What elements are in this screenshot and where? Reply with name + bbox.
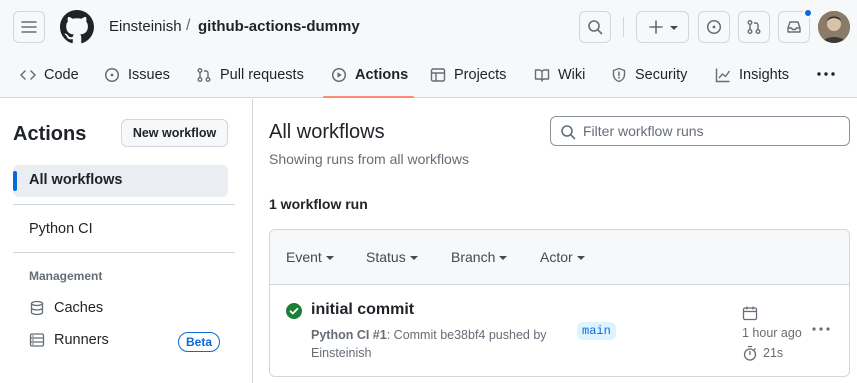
branch-tag[interactable]: main (577, 322, 616, 340)
page-subtitle: Showing runs from all workflows (269, 151, 469, 167)
tab-projects-label: Projects (454, 67, 507, 83)
stopwatch-icon (743, 345, 757, 361)
notification-indicator (803, 8, 813, 18)
page-title: All workflows (269, 121, 385, 143)
code-icon (20, 70, 36, 80)
chevron-down-icon (576, 256, 585, 260)
run-timing: 1 hour ago 21s (742, 305, 802, 361)
table-icon (430, 68, 446, 82)
chevron-down-icon (409, 256, 418, 260)
run-time-ago: 1 hour ago (742, 326, 802, 340)
your-issues-button[interactable] (698, 11, 730, 43)
tab-security-label: Security (635, 67, 688, 83)
run-author[interactable]: Einsteinish (311, 346, 371, 360)
run-meta: Python CI #1: Commit be38bf4 pushed by E… (311, 326, 561, 362)
search-icon (561, 125, 576, 140)
selected-indicator (13, 171, 17, 191)
issue-opened-icon (104, 67, 120, 83)
search-button[interactable] (579, 11, 611, 43)
workflow-run-row[interactable]: initial commit Python CI #1: Commit be38… (270, 285, 849, 376)
tab-projects[interactable]: Projects (430, 60, 506, 90)
calendar-icon (742, 306, 758, 321)
event-filter-label: Event (286, 249, 322, 265)
server-icon (29, 333, 45, 347)
run-duration: 21s (763, 346, 784, 360)
filter-workflow-runs-input[interactable] (583, 120, 843, 142)
sidebar-item-caches[interactable]: Caches (29, 300, 103, 316)
actor-filter-dropdown[interactable]: Actor (540, 249, 585, 265)
breadcrumb-owner[interactable]: Einsteinish (109, 18, 182, 35)
play-icon (331, 67, 347, 83)
inbox-icon (787, 21, 801, 33)
create-new-button[interactable] (636, 11, 689, 43)
tab-insights[interactable]: Insights (715, 60, 789, 90)
repo-header: Einsteinish / github-actions-dummy Code … (0, 0, 857, 98)
database-icon (30, 300, 44, 316)
user-avatar[interactable] (818, 11, 850, 43)
run-title-link[interactable]: initial commit (311, 301, 414, 319)
menu-button[interactable] (13, 11, 45, 43)
tab-actions-label: Actions (355, 67, 409, 83)
tab-issues[interactable]: Issues (104, 60, 170, 90)
kebab-horizontal-icon[interactable] (815, 64, 837, 84)
chevron-down-icon (499, 256, 508, 260)
sidebar-item-runners[interactable]: Runners (29, 332, 109, 348)
status-filter-dropdown[interactable]: Status (366, 249, 418, 265)
github-logo-icon[interactable] (60, 10, 94, 44)
git-pull-request-icon (747, 20, 761, 34)
workflow-run-count: 1 workflow run (269, 196, 368, 212)
notifications-button[interactable] (778, 8, 813, 43)
new-workflow-button[interactable]: New workflow (121, 119, 228, 147)
beta-badge: Beta (178, 332, 220, 352)
chevron-down-icon (669, 26, 678, 30)
tab-code[interactable]: Code (20, 60, 79, 90)
run-description: : Commit be38bf4 pushed by (386, 328, 547, 342)
issue-opened-icon (706, 19, 722, 35)
tab-code-label: Code (44, 67, 79, 83)
tab-insights-label: Insights (739, 67, 789, 83)
status-filter-label: Status (366, 249, 406, 265)
branch-filter-label: Branch (451, 249, 496, 265)
event-filter-dropdown[interactable]: Event (286, 249, 334, 265)
workflow-runs-list: Event Status Branch Actor initial commit… (269, 229, 850, 377)
sidebar-divider (13, 204, 235, 205)
tab-pull-requests[interactable]: Pull requests (196, 60, 304, 90)
branch-filter-dropdown[interactable]: Branch (451, 249, 508, 265)
tab-actions[interactable]: Actions (331, 60, 408, 90)
your-pull-requests-button[interactable] (738, 11, 770, 43)
tab-pull-requests-label: Pull requests (220, 67, 304, 83)
breadcrumb-separator: / (186, 17, 191, 34)
header-divider (623, 17, 624, 37)
runs-filter-bar: Event Status Branch Actor (270, 230, 849, 285)
sidebar-item-all-workflows[interactable]: All workflows (13, 165, 228, 197)
git-pull-request-icon (197, 68, 211, 82)
sidebar-item-python-ci[interactable]: Python CI (29, 221, 93, 237)
tab-wiki-label: Wiki (558, 67, 586, 83)
search-icon (588, 20, 603, 35)
tab-issues-label: Issues (128, 67, 170, 83)
avatar-image-icon (818, 11, 850, 43)
sidebar-title: Actions (13, 123, 87, 145)
tab-wiki[interactable]: Wiki (534, 60, 585, 90)
sidebar-item-caches-label: Caches (54, 300, 104, 316)
filter-workflow-runs-field[interactable] (550, 116, 850, 146)
shield-icon (612, 67, 626, 83)
book-icon (534, 69, 550, 82)
graph-icon (715, 68, 731, 83)
hamburger-icon (21, 21, 37, 33)
sidebar-item-runners-label: Runners (54, 332, 109, 348)
tab-security[interactable]: Security (611, 60, 687, 90)
actions-sidebar: Actions New workflow All workflows Pytho… (0, 99, 253, 383)
chevron-down-icon (325, 256, 334, 260)
active-tab-underline (323, 96, 414, 98)
check-circle-fill-icon (286, 303, 302, 319)
actor-filter-label: Actor (540, 249, 573, 265)
sidebar-item-all-workflows-label: All workflows (29, 172, 123, 188)
sidebar-divider (13, 252, 235, 253)
run-workflow-name: Python CI #1 (311, 328, 387, 342)
management-heading: Management (29, 269, 103, 283)
kebab-horizontal-icon[interactable] (811, 321, 831, 337)
breadcrumb-repo[interactable]: github-actions-dummy (198, 18, 360, 35)
plus-icon (648, 20, 663, 34)
